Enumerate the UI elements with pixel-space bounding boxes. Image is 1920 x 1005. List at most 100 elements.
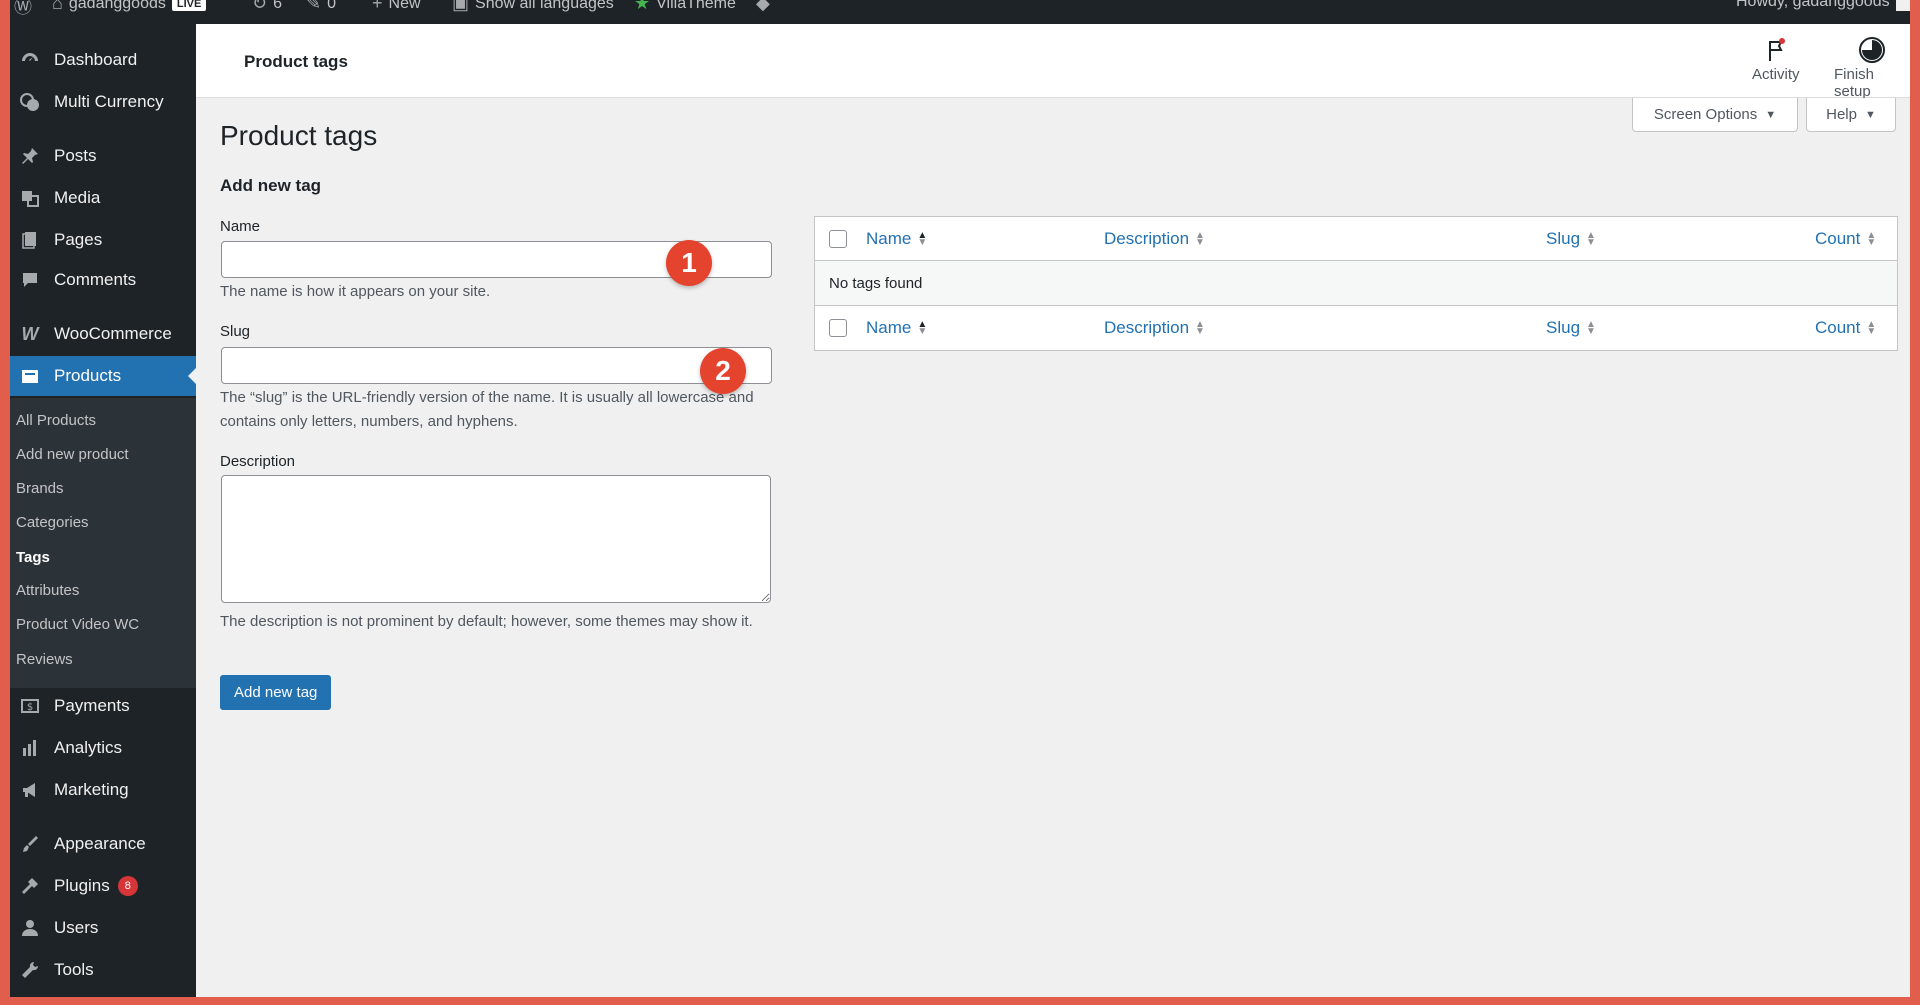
- sort-arrows-icon: ▲ ▼: [1195, 229, 1205, 248]
- site-name-link[interactable]: ⌂ gadanggoods LIVE: [52, 0, 207, 14]
- pages-icon: [12, 230, 48, 250]
- callout-badge-2: 2: [700, 348, 746, 394]
- pin-icon: [12, 146, 48, 166]
- sidebar-item-analytics[interactable]: Analytics: [10, 728, 196, 768]
- sidebar-item-products[interactable]: Products: [10, 356, 196, 396]
- currency-icon: [12, 91, 48, 113]
- page-title: Product tags: [220, 120, 378, 151]
- header-title: Product tags: [244, 52, 348, 71]
- villatheme-link[interactable]: ★ VillaTheme: [634, 0, 736, 14]
- comment-icon: [12, 270, 48, 290]
- flag-icon: ▣: [452, 0, 470, 13]
- no-tags-message: No tags found: [829, 274, 923, 292]
- sort-arrows-icon: ▲ ▼: [1866, 318, 1877, 337]
- plugins-update-badge: 8: [117, 876, 138, 896]
- sidebar-item-marketing[interactable]: Marketing: [10, 770, 196, 810]
- languages-link[interactable]: ▣ Show all languages: [452, 0, 614, 14]
- submenu-add-new-product[interactable]: Add new product: [16, 446, 129, 463]
- updates-link[interactable]: ↻ 6: [252, 0, 282, 14]
- submenu-categories[interactable]: Categories: [16, 514, 89, 531]
- comment-bubble-icon: ✎: [306, 0, 322, 13]
- column-count-sort[interactable]: Count ▲ ▼: [1815, 229, 1876, 249]
- submenu-brands[interactable]: Brands: [16, 480, 64, 497]
- tags-table: Name ▲ ▼ Description ▲ ▼ Slug ▲ ▼ Count ▲ ▼ …: [814, 216, 1898, 351]
- description-label: Description: [220, 453, 296, 470]
- home-icon: ⌂: [52, 0, 63, 13]
- media-icon: [12, 188, 48, 208]
- sidebar-item-pages[interactable]: Pages: [10, 220, 196, 260]
- column-count-sort-footer[interactable]: Count ▲ ▼: [1815, 318, 1876, 338]
- add-new-tag-heading: Add new tag: [220, 176, 322, 195]
- caret-down-icon: ▼: [1765, 108, 1777, 121]
- diamond-icon[interactable]: ◆: [756, 0, 770, 14]
- sidebar-item-plugins[interactable]: Plugins 8: [10, 866, 196, 906]
- caret-down-icon: ▼: [1864, 108, 1876, 121]
- admin-sidebar: Dashboard Multi Currency Posts Media Pag…: [10, 24, 196, 997]
- tag-slug-input[interactable]: [221, 347, 772, 384]
- flag-icon: [1764, 34, 1788, 66]
- submenu-attributes[interactable]: Attributes: [16, 582, 79, 599]
- avatar: [1895, 0, 1910, 11]
- sidebar-item-tools[interactable]: Tools: [10, 950, 196, 990]
- sidebar-item-media[interactable]: Media: [10, 178, 196, 218]
- column-slug-sort[interactable]: Slug ▲ ▼: [1546, 229, 1596, 249]
- description-help-text: The description is not prominent by defa…: [220, 613, 753, 630]
- select-all-checkbox-footer[interactable]: [829, 318, 847, 337]
- slug-help-text: The “slug” is the URL-friendly version o…: [220, 389, 754, 430]
- select-all-checkbox[interactable]: [829, 229, 847, 248]
- user-icon: [12, 918, 48, 938]
- sidebar-item-dashboard[interactable]: Dashboard: [10, 40, 196, 80]
- column-description-sort[interactable]: Description ▲ ▼: [1104, 229, 1205, 249]
- submenu-reviews[interactable]: Reviews: [16, 651, 73, 668]
- table-footer-row: Name ▲ ▼ Description ▲ ▼ Slug ▲ ▼ Count ▲ ▼: [815, 305, 1897, 349]
- comments-link[interactable]: ✎ 0: [306, 0, 336, 14]
- sidebar-item-posts[interactable]: Posts: [10, 136, 196, 176]
- slug-label: Slug: [220, 323, 251, 340]
- star-icon: ★: [634, 0, 651, 13]
- sidebar-item-users[interactable]: Users: [10, 908, 196, 948]
- table-row: No tags found: [815, 261, 1897, 305]
- tag-description-textarea[interactable]: [221, 475, 771, 603]
- sidebar-item-multi-currency[interactable]: Multi Currency: [10, 82, 196, 122]
- sort-arrows-icon: ▲ ▼: [917, 318, 928, 337]
- sort-arrows-icon: ▲ ▼: [1586, 318, 1596, 337]
- products-submenu: [10, 398, 196, 688]
- admin-bar: Ⓦ ⌂ gadanggoods LIVE ↻ 6 ✎ 0 + New ▣ Sho…: [10, 0, 1910, 24]
- plugin-icon: [12, 876, 48, 896]
- sort-arrows-icon: ▲ ▼: [1586, 229, 1596, 248]
- payments-icon: $: [12, 696, 48, 716]
- analytics-icon: [12, 738, 48, 758]
- sidebar-item-woocommerce[interactable]: W WooCommerce: [10, 314, 196, 354]
- callout-badge-1: 1: [666, 240, 712, 286]
- submenu-all-products[interactable]: All Products: [16, 412, 96, 429]
- sort-arrows-icon: ▲ ▼: [917, 229, 928, 248]
- plus-icon: +: [372, 0, 383, 13]
- column-name-sort[interactable]: Name ▲ ▼: [866, 229, 927, 249]
- brush-icon: [12, 834, 48, 854]
- new-content-link[interactable]: + New: [372, 0, 421, 14]
- column-description-sort-footer[interactable]: Description ▲ ▼: [1104, 318, 1205, 338]
- sort-arrows-icon: ▲ ▼: [1866, 229, 1877, 248]
- table-header-row: Name ▲ ▼ Description ▲ ▼ Slug ▲ ▼ Count ▲ ▼: [815, 217, 1897, 261]
- progress-circle-icon: [1858, 34, 1886, 66]
- column-slug-sort-footer[interactable]: Slug ▲ ▼: [1546, 318, 1596, 338]
- submenu-tags[interactable]: Tags: [16, 549, 50, 566]
- wp-logo-icon[interactable]: Ⓦ: [14, 0, 32, 19]
- svg-text:$: $: [27, 702, 33, 713]
- sort-arrows-icon: ▲ ▼: [1195, 318, 1205, 337]
- help-button[interactable]: Help ▼: [1806, 98, 1896, 132]
- sidebar-item-appearance[interactable]: Appearance: [10, 824, 196, 864]
- add-new-tag-button[interactable]: Add new tag: [220, 675, 332, 710]
- screen-options-button[interactable]: Screen Options ▼: [1632, 98, 1798, 132]
- wrench-icon: [12, 960, 48, 980]
- activity-button[interactable]: Activity: [1752, 34, 1800, 83]
- sidebar-item-comments[interactable]: Comments: [10, 260, 196, 300]
- dashboard-icon: [12, 50, 48, 70]
- submenu-product-video-wc[interactable]: Product Video WC: [16, 616, 139, 633]
- finish-setup-button[interactable]: Finish setup: [1834, 34, 1910, 100]
- column-name-sort-footer[interactable]: Name ▲ ▼: [866, 318, 927, 338]
- products-icon: [12, 366, 48, 386]
- sidebar-item-payments[interactable]: $ Payments: [10, 686, 196, 726]
- megaphone-icon: [12, 780, 48, 800]
- my-account-link[interactable]: Howdy, gadanggoods: [1736, 0, 1910, 11]
